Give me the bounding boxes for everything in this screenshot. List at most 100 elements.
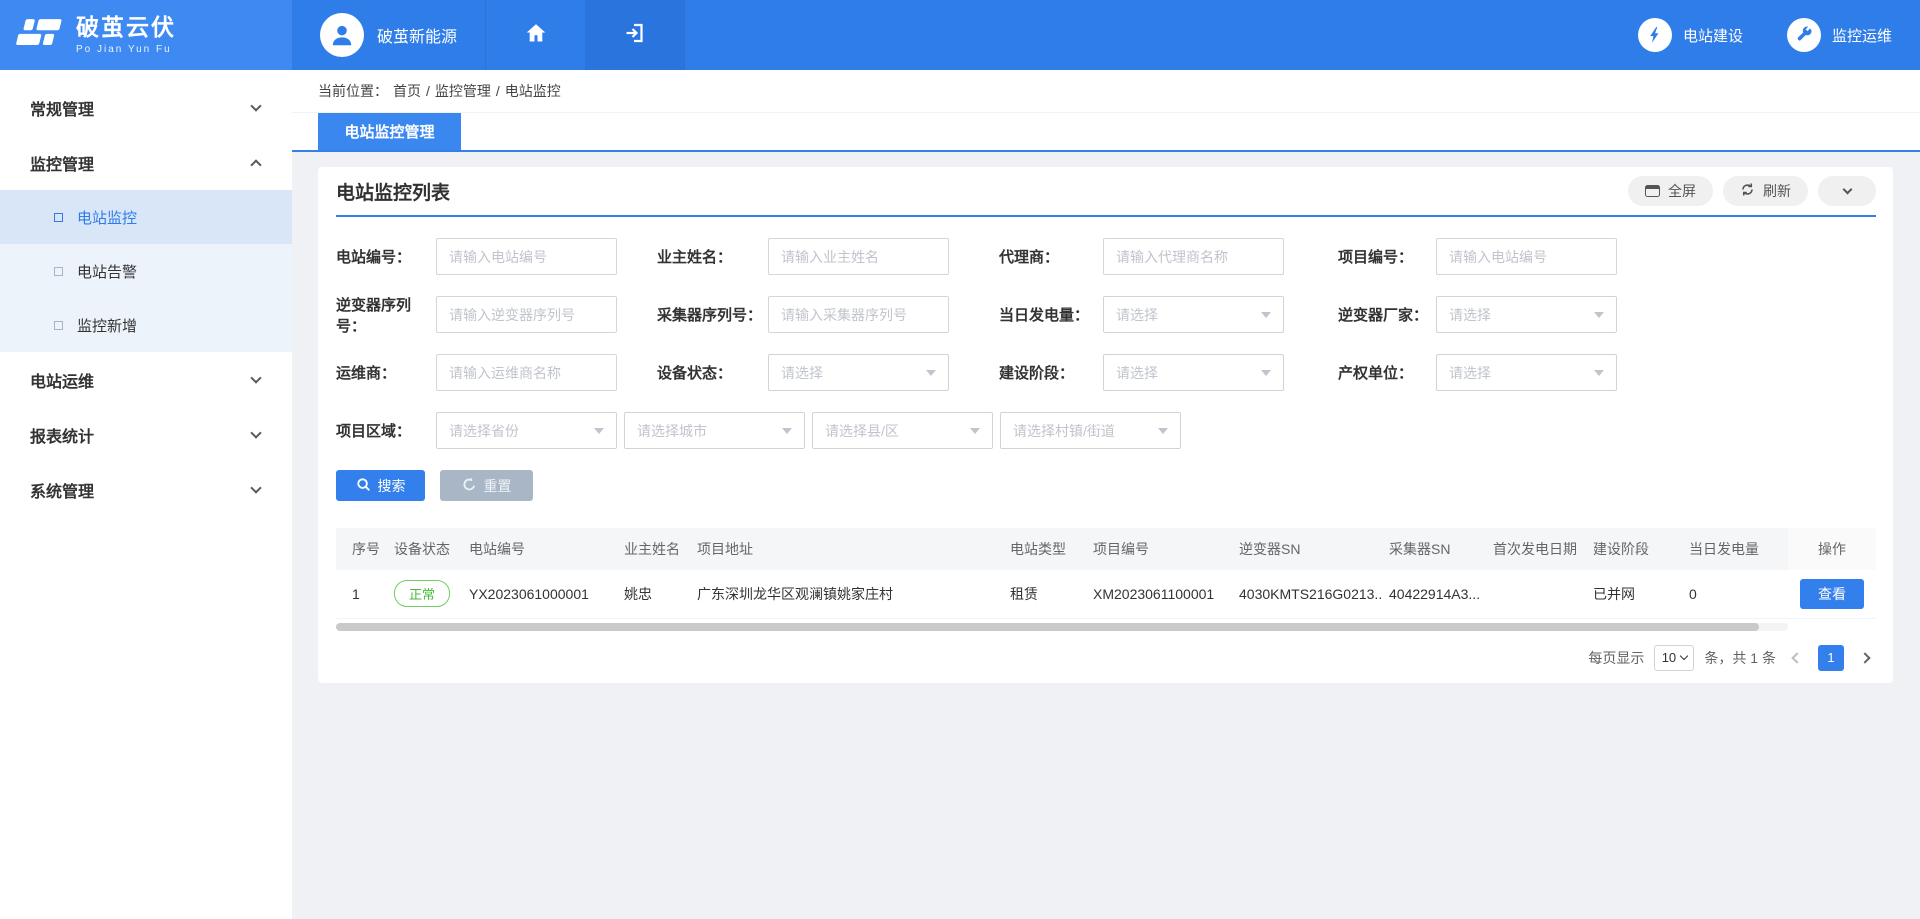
cell-collector-sn: 40422914A3... [1381, 570, 1485, 618]
cell-device-status: 正常 [386, 570, 461, 618]
nav-station-build[interactable]: 电站建设 [1638, 18, 1743, 52]
reset-button[interactable]: 重置 [440, 470, 533, 501]
logout-button[interactable] [585, 0, 685, 70]
status-badge: 正常 [394, 580, 450, 607]
field-label: 逆变器序列号： [336, 294, 436, 336]
logout-icon [623, 21, 647, 50]
field-daily-generation: 当日发电量： 请选择 [999, 296, 1284, 333]
panel-tools: 全屏 [1628, 176, 1876, 206]
build-stage-select[interactable]: 请选择 [1103, 354, 1284, 391]
field-agent: 代理商： [999, 238, 1284, 275]
station-monitor-panel: 电站监控列表 全屏 [318, 167, 1893, 683]
station-no-input[interactable] [436, 238, 617, 275]
search-label: 搜索 [378, 476, 406, 496]
sidebar-item-station-ops[interactable]: 电站运维 [0, 352, 292, 407]
page-number-1[interactable]: 1 [1818, 645, 1844, 671]
refresh-button[interactable]: 刷新 [1723, 176, 1808, 206]
city-select[interactable]: 请选择城市 [624, 412, 805, 449]
project-no-input[interactable] [1436, 238, 1617, 275]
refresh-icon [1740, 182, 1755, 200]
per-page-select[interactable]: 10 [1654, 645, 1694, 671]
field-project-no: 项目编号： [1338, 238, 1617, 275]
per-page-label: 每页显示 [1588, 648, 1644, 668]
breadcrumb-item-monitor-mgmt[interactable]: 监控管理 [435, 81, 491, 101]
inverter-vendor-select[interactable]: 请选择 [1436, 296, 1617, 333]
logo-text: 破茧云伏 Po Jian Yun Fu [76, 15, 176, 54]
chevron-down-icon [594, 428, 604, 434]
field-label: 项目区域： [336, 420, 436, 441]
agent-input[interactable] [1103, 238, 1284, 275]
chevron-down-icon [1680, 652, 1688, 660]
search-button[interactable]: 搜索 [336, 470, 425, 501]
chevron-down-icon [782, 428, 792, 434]
submenu-label: 电站告警 [77, 261, 137, 282]
search-icon [356, 477, 371, 495]
breadcrumb-item-home[interactable]: 首页 [393, 81, 421, 101]
select-placeholder: 请选择 [1116, 363, 1158, 383]
field-label: 当日发电量： [999, 304, 1103, 325]
nav-label: 电站建设 [1683, 25, 1743, 46]
sidebar-item-monitor-add[interactable]: 监控新增 [0, 298, 292, 352]
collector-sn-input[interactable] [768, 296, 949, 333]
col-first-gen-date: 首次发电日期 [1485, 528, 1585, 570]
user-menu[interactable]: 破茧新能源 [292, 0, 485, 70]
content-area: 电站监控列表 全屏 [292, 152, 1920, 919]
col-actions: 操作 [1788, 528, 1876, 570]
ops-vendor-input[interactable] [436, 354, 617, 391]
cell-address: 广东深圳龙华区观澜镇姚家庄村 [689, 570, 1002, 618]
nav-monitor-ops[interactable]: 监控运维 [1787, 18, 1892, 52]
prev-page-button[interactable] [1786, 645, 1808, 671]
next-page-button[interactable] [1854, 645, 1876, 671]
sidebar-item-system-mgmt[interactable]: 系统管理 [0, 462, 292, 517]
col-address: 项目地址 [689, 528, 1002, 570]
daily-generation-select[interactable]: 请选择 [1103, 296, 1284, 333]
field-label: 运维商： [336, 362, 436, 383]
field-build-stage: 建设阶段： 请选择 [999, 354, 1284, 391]
field-inverter-vendor: 逆变器厂家： 请选择 [1338, 296, 1617, 333]
province-select[interactable]: 请选择省份 [436, 412, 617, 449]
top-header: 破茧云伏 Po Jian Yun Fu 破茧新能源 [0, 0, 1920, 70]
field-owner-name: 业主姓名： [657, 238, 949, 275]
col-daily-gen: 当日发电量 [1681, 528, 1788, 570]
scrollbar-thumb[interactable] [336, 623, 1759, 631]
field-label: 产权单位： [1338, 362, 1436, 383]
cell-station-no: YX2023061000001 [461, 570, 616, 618]
sidebar-item-general-mgmt[interactable]: 常规管理 [0, 80, 292, 135]
cell-inverter-sn: 4030KMTS216G0213... [1231, 570, 1381, 618]
cell-station-type: 租赁 [1002, 570, 1085, 618]
field-label: 电站编号： [336, 246, 436, 267]
owner-name-input[interactable] [768, 238, 949, 275]
chevron-down-icon [970, 428, 980, 434]
breadcrumb-prefix: 当前位置： [318, 81, 388, 101]
panel-header: 电站监控列表 全屏 [336, 167, 1876, 217]
tab-bar: 电站监控管理 [292, 113, 1920, 152]
town-select[interactable]: 请选择村镇/街道 [1000, 412, 1181, 449]
sidebar-item-report-stats[interactable]: 报表统计 [0, 407, 292, 462]
sidebar-item-station-alarm[interactable]: 电站告警 [0, 244, 292, 298]
filter-row-4: 项目区域： 请选择省份 请选择城市 [336, 412, 1876, 449]
chevron-down-icon [1261, 370, 1271, 376]
home-button[interactable] [485, 0, 585, 70]
cell-owner: 姚忠 [616, 570, 689, 618]
pagination: 每页显示 10 条，共 1 条 1 [336, 645, 1876, 671]
breadcrumb-item-station-monitor[interactable]: 电站监控 [505, 81, 561, 101]
district-select[interactable]: 请选择县/区 [812, 412, 993, 449]
tab-station-monitor-mgmt[interactable]: 电站监控管理 [318, 113, 461, 150]
brand-logo[interactable]: 破茧云伏 Po Jian Yun Fu [0, 0, 292, 70]
user-name: 破茧新能源 [377, 23, 457, 47]
sidebar-item-station-monitor[interactable]: 电站监控 [0, 190, 292, 244]
view-button[interactable]: 查看 [1800, 579, 1864, 609]
property-unit-select[interactable]: 请选择 [1436, 354, 1617, 391]
col-device-status: 设备状态 [386, 528, 461, 570]
horizontal-scrollbar[interactable] [336, 623, 1788, 631]
chevron-down-icon [250, 427, 261, 438]
menu-label: 系统管理 [30, 478, 94, 502]
select-placeholder: 请选择 [781, 363, 823, 383]
chevron-down-icon [1158, 428, 1168, 434]
sidebar-item-monitor-mgmt[interactable]: 监控管理 [0, 135, 292, 190]
fullscreen-button[interactable]: 全屏 [1628, 176, 1713, 206]
inverter-sn-input[interactable] [436, 296, 617, 333]
collapse-panel-button[interactable] [1818, 176, 1876, 206]
select-placeholder: 请选择 [1449, 363, 1491, 383]
device-status-select[interactable]: 请选择 [768, 354, 949, 391]
